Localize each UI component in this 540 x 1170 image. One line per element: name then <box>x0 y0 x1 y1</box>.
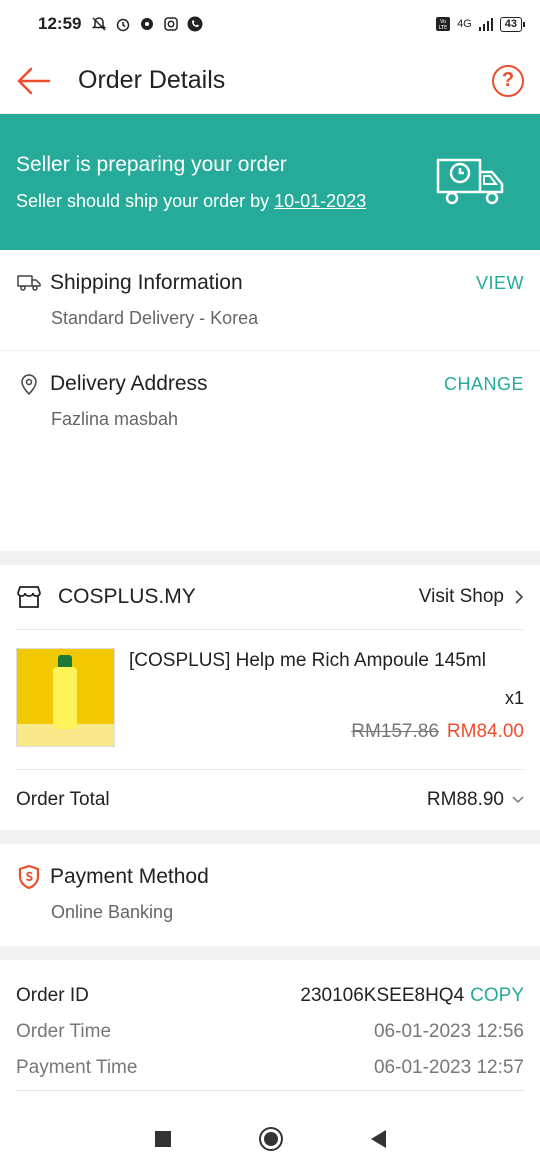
alarm-icon <box>115 16 131 32</box>
order-time-label: Order Time <box>16 1021 112 1042</box>
payment-title: Payment Method <box>50 865 209 888</box>
phone-icon <box>187 16 203 32</box>
back-button[interactable] <box>370 1130 386 1148</box>
payment-time-value: 06-01-2023 12:57 <box>373 1057 524 1078</box>
shop-name: COSPLUS.MY <box>58 585 196 608</box>
shop-icon <box>16 584 42 610</box>
shipping-title: Shipping Information <box>50 271 243 294</box>
recent-apps-button[interactable] <box>154 1131 171 1147</box>
original-price: RM157.86 <box>351 721 439 742</box>
status-icons-right: Vo LTE 4G 43 <box>435 16 526 32</box>
chevron-down-icon <box>512 796 524 804</box>
page-title: Order Details <box>78 66 226 94</box>
delivery-address-section: Delivery Address CHANGE Fazlina masbah <box>0 351 540 551</box>
order-time-row: Order Time 06-01-2023 12:56 <box>16 1014 524 1050</box>
app-header: Order Details ? <box>0 48 540 114</box>
section-gap <box>0 946 540 960</box>
order-id-label: Order ID <box>16 985 89 1006</box>
system-nav-bar <box>0 1108 540 1170</box>
chat-icon <box>139 16 155 32</box>
shipping-method: Standard Delivery - Korea <box>51 308 259 328</box>
mute-icon <box>91 16 107 32</box>
help-icon[interactable]: ? <box>492 64 524 97</box>
product-price: RM157.86 RM84.00 <box>129 721 524 743</box>
product-image <box>16 648 115 747</box>
order-total-row[interactable]: Order Total RM88.90 <box>0 770 540 830</box>
ship-by-date: 10-01-2023 <box>274 190 367 211</box>
product-name: [COSPLUS] Help me Rich Ampoule 145ml <box>129 650 486 671</box>
payment-method-section: Payment Method Online Banking <box>0 844 540 946</box>
order-id-value: 230106KSEE8HQ4 <box>300 985 465 1006</box>
product-quantity: x1 <box>504 688 524 708</box>
section-gap <box>0 551 540 565</box>
order-total-value: RM88.90 <box>426 789 504 810</box>
order-total-label: Order Total <box>16 789 110 810</box>
svg-text:LTE: LTE <box>439 25 447 31</box>
order-info-section: Order ID 230106KSEE8HQ4 COPY Order Time … <box>0 960 540 1086</box>
banner-subtitle-prefix: Seller should ship your order by <box>16 190 275 211</box>
delivery-truck-icon <box>434 154 506 210</box>
order-id-row: Order ID 230106KSEE8HQ4 COPY <box>16 978 524 1014</box>
network-label: 4G <box>457 18 472 30</box>
status-bar: 12:59 Vo LTE 4G 43 <box>0 0 540 48</box>
signal-icon <box>478 16 494 32</box>
shield-icon <box>16 864 42 890</box>
divider <box>16 1090 524 1091</box>
visit-shop-button[interactable]: Visit Shop <box>419 586 524 608</box>
truck-icon <box>16 270 42 296</box>
section-gap <box>0 830 540 844</box>
visit-shop-label: Visit Shop <box>418 586 504 607</box>
order-status-banner: Seller is preparing your order Seller sh… <box>0 114 540 250</box>
payment-time-label: Payment Time <box>16 1057 138 1078</box>
address-title: Delivery Address <box>50 372 208 395</box>
copy-order-id-button[interactable]: COPY <box>470 985 524 1007</box>
chevron-right-icon <box>515 590 524 604</box>
view-shipping-button[interactable]: VIEW <box>476 273 524 294</box>
location-pin-icon <box>16 371 42 397</box>
instagram-icon <box>163 16 179 32</box>
status-icons-left <box>91 16 203 32</box>
payment-time-row: Payment Time 06-01-2023 12:57 <box>16 1050 524 1086</box>
battery-icon: 43 <box>499 16 526 32</box>
shop-row: COSPLUS.MY Visit Shop <box>0 565 540 629</box>
volte-icon: Vo LTE <box>435 16 451 32</box>
banner-title: Seller is preparing your order <box>16 152 287 176</box>
banner-subtitle: Seller should ship your order by 10-01-2… <box>16 191 434 212</box>
change-address-button[interactable]: CHANGE <box>444 374 524 395</box>
discounted-price: RM84.00 <box>446 721 524 742</box>
order-time-value: 06-01-2023 12:56 <box>373 1021 524 1042</box>
product-item[interactable]: [COSPLUS] Help me Rich Ampoule 145ml x1 … <box>0 630 540 769</box>
shipping-information-section[interactable]: Shipping Information VIEW Standard Deliv… <box>0 250 540 351</box>
recipient-name: Fazlina masbah <box>51 409 179 429</box>
payment-method-value: Online Banking <box>51 902 174 922</box>
home-button[interactable] <box>258 1127 283 1151</box>
status-time: 12:59 <box>38 14 82 33</box>
back-arrow-icon[interactable] <box>16 63 52 99</box>
